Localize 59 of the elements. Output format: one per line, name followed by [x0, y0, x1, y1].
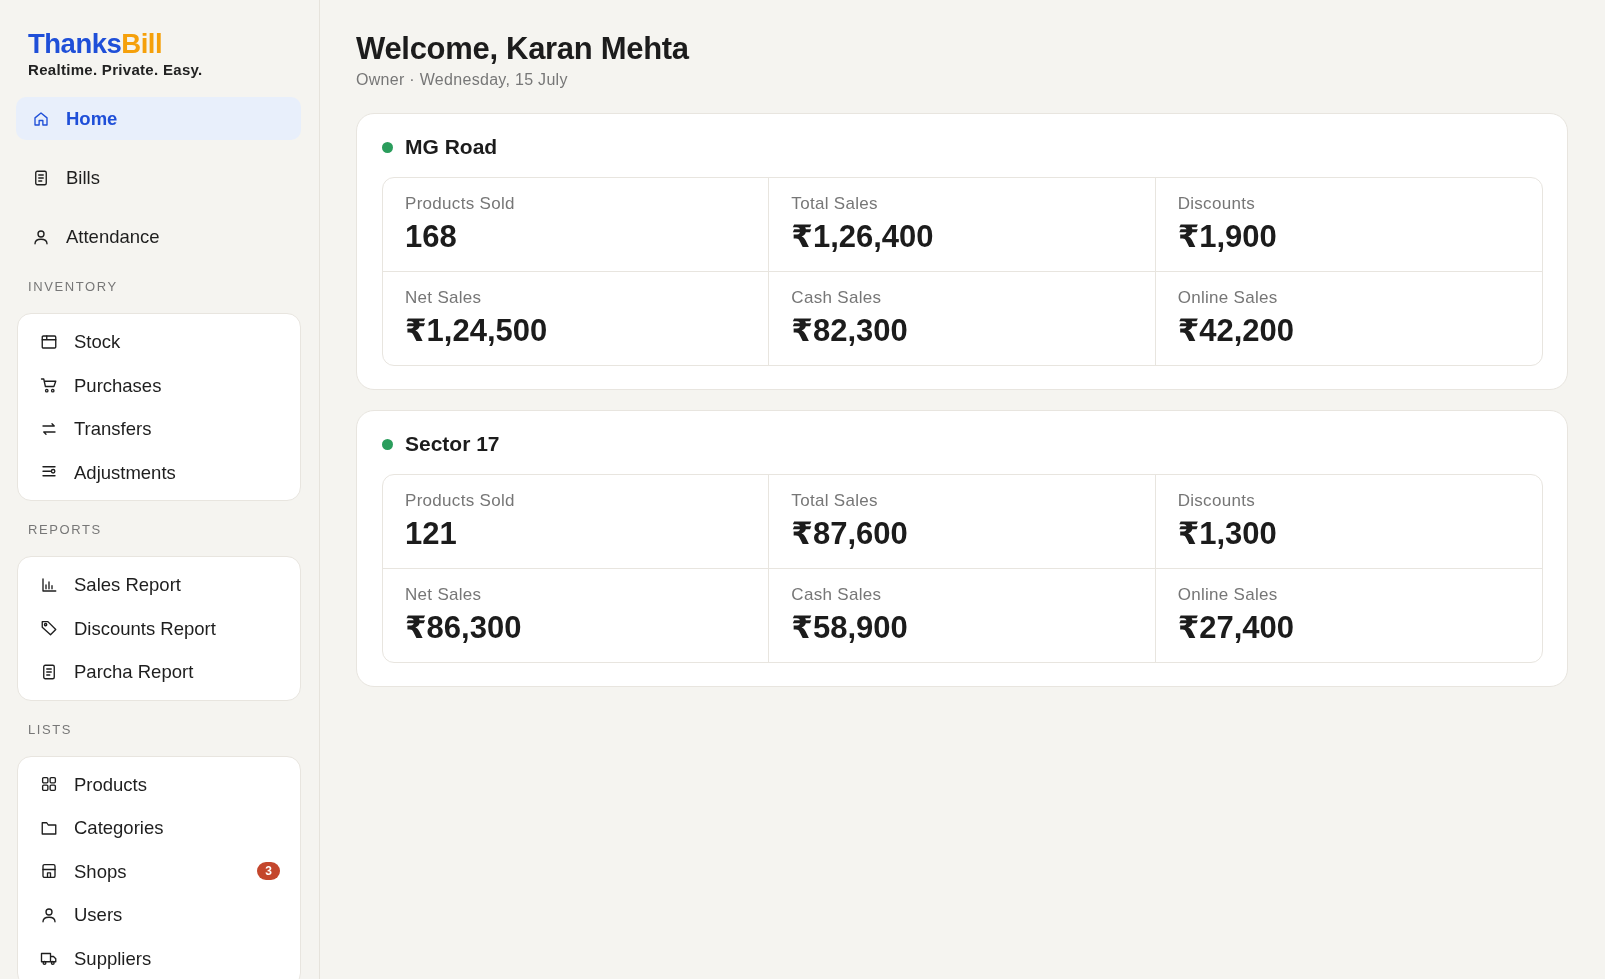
window-icon: [40, 332, 58, 351]
nav-item[interactable]: Products: [18, 762, 300, 806]
stat-value: ₹42,200: [1177, 312, 1295, 350]
nav-item[interactable]: Adjustments: [18, 450, 300, 494]
stat-value: ₹82,300: [791, 312, 908, 350]
nav-item[interactable]: Users: [18, 893, 300, 937]
stat-label: Cash Sales: [791, 585, 882, 605]
stat-label: Net Sales: [405, 585, 482, 605]
brand-tagline: Realtime. Private. Easy.: [28, 61, 203, 79]
storefront-icon: [40, 862, 58, 881]
stat-label: Net Sales: [405, 288, 482, 308]
page-title: Welcome, Karan Mehta: [356, 31, 689, 67]
nav-item[interactable]: Discounts Report: [18, 606, 300, 650]
document-icon: [32, 168, 50, 187]
stat-label: Products Sold: [405, 491, 515, 511]
stat-label: Online Sales: [1177, 288, 1278, 308]
nav-item[interactable]: Sales Report: [18, 563, 300, 607]
shop-name: Sector 17: [405, 431, 500, 457]
stat-value: ₹58,900: [791, 609, 908, 647]
grid-icon: [40, 775, 58, 794]
person-icon: [32, 227, 50, 246]
section-heading: LISTS: [28, 721, 73, 738]
stat-value: ₹1,26,400: [791, 218, 934, 256]
stat-label: Total Sales: [791, 194, 878, 214]
stat-value: 121: [405, 515, 457, 553]
tag-icon: [40, 619, 58, 638]
stat-label: Products Sold: [405, 194, 515, 214]
page-subtitle: Owner · Wednesday, 15 July: [356, 70, 568, 90]
stat-value: ₹1,300: [1177, 515, 1277, 553]
nav-item[interactable]: Bills: [16, 156, 301, 199]
section-heading: REPORTS: [28, 522, 102, 538]
nav-item[interactable]: Purchases: [18, 363, 300, 407]
stat-label: Discounts: [1177, 491, 1255, 511]
section-heading: INVENTORY: [28, 279, 118, 295]
nav-item[interactable]: Categories: [18, 806, 300, 850]
nav-item[interactable]: Transfers: [18, 407, 300, 451]
stat-label: Cash Sales: [791, 288, 882, 308]
nav-item[interactable]: Suppliers: [18, 936, 300, 979]
stat-value: 168: [405, 218, 457, 256]
stat-value: ₹86,300: [405, 609, 522, 647]
stat-label: Total Sales: [791, 491, 878, 511]
stat-value: ₹87,600: [791, 515, 908, 553]
nav-item[interactable]: Parcha Report: [18, 650, 300, 694]
document-icon: [40, 662, 58, 681]
nav-item[interactable]: Stock: [18, 320, 300, 364]
nav-item[interactable]: Home: [16, 97, 301, 140]
person-icon: [40, 905, 58, 924]
stat-value: ₹27,400: [1177, 609, 1295, 647]
nav-item[interactable]: Shops 3: [18, 849, 300, 893]
stat-label: Discounts: [1177, 194, 1255, 214]
brand-logo: ThanksBill: [28, 28, 163, 59]
count-badge: 3: [257, 862, 280, 881]
stat-value: ₹1,24,500: [405, 312, 548, 350]
stat-value: ₹1,900: [1177, 218, 1277, 256]
cart-icon: [40, 376, 58, 395]
shop-name: MG Road: [405, 134, 498, 160]
bar-chart-icon: [40, 575, 58, 594]
stat-label: Online Sales: [1177, 585, 1278, 605]
nav-item[interactable]: Attendance: [16, 215, 301, 258]
